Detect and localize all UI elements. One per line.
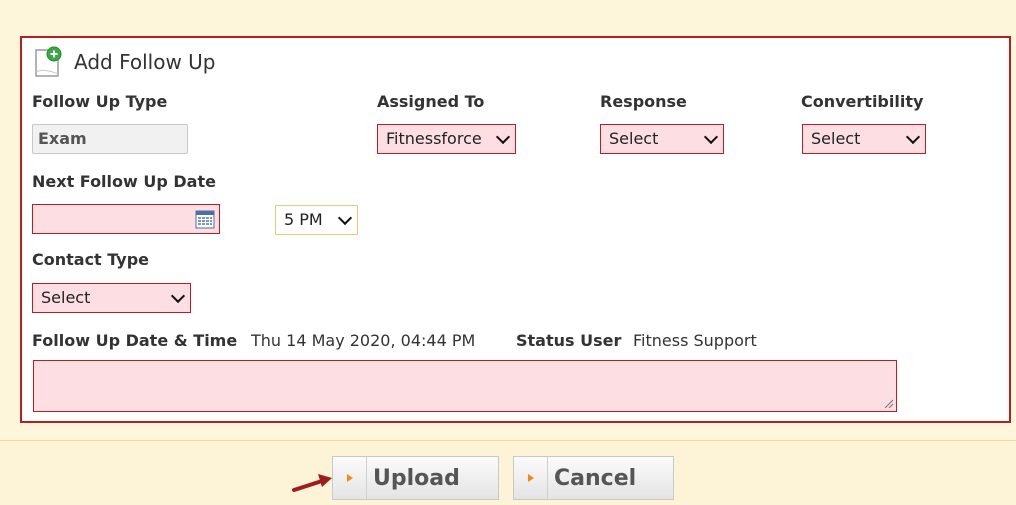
response-value: Select (609, 129, 659, 148)
contact-type-value: Select (41, 288, 91, 307)
convertibility-value: Select (811, 129, 861, 148)
time-value: 5 PM (284, 210, 323, 229)
contact-type-select[interactable]: Select (32, 283, 191, 313)
chevron-down-icon (337, 210, 353, 226)
triangle-right-icon (347, 474, 353, 482)
next-follow-up-date-input[interactable] (32, 204, 220, 234)
red-arrow-icon (292, 474, 332, 492)
follow-up-datetime-label: Follow Up Date & Time (32, 331, 238, 350)
outer-panel: Add Follow Up Follow Up Type Assigned To… (0, 0, 1016, 441)
time-select[interactable]: 5 PM (275, 205, 358, 235)
chevron-down-icon (170, 288, 186, 304)
form-title: Add Follow Up (74, 50, 216, 74)
status-user-value: Fitness Support (633, 331, 757, 350)
chevron-down-icon (495, 129, 511, 145)
assigned-to-value: Fitnessforce (386, 129, 482, 148)
triangle-right-icon (528, 474, 534, 482)
follow-up-notes-textarea[interactable] (33, 360, 897, 412)
follow-up-datetime-value: Thu 14 May 2020, 04:44 PM (251, 331, 476, 350)
calendar-icon[interactable] (195, 209, 215, 229)
contact-type-label: Contact Type (32, 250, 150, 269)
assigned-to-select[interactable]: Fitnessforce (377, 124, 516, 154)
add-follow-up-form: Add Follow Up Follow Up Type Assigned To… (20, 36, 1011, 423)
response-select[interactable]: Select (600, 124, 724, 154)
follow-up-type-label: Follow Up Type (32, 92, 168, 111)
add-document-icon (35, 46, 62, 77)
response-label: Response (600, 92, 687, 111)
chevron-down-icon (703, 129, 719, 145)
follow-up-type-field: Exam (32, 124, 188, 154)
assigned-to-label: Assigned To (377, 92, 485, 111)
upload-button[interactable]: Upload (332, 456, 499, 500)
convertibility-select[interactable]: Select (802, 124, 926, 154)
chevron-down-icon (905, 129, 921, 145)
status-user-label: Status User (516, 331, 622, 350)
next-follow-up-date-label: Next Follow Up Date (32, 172, 216, 191)
upload-button-label: Upload (373, 466, 460, 491)
upload-button-icon-area (333, 457, 367, 499)
resize-grip-icon[interactable] (882, 397, 894, 409)
convertibility-label: Convertibility (801, 92, 924, 111)
cancel-button-icon-area (514, 457, 548, 499)
cancel-button[interactable]: Cancel (513, 456, 674, 500)
cancel-button-label: Cancel (554, 466, 637, 491)
